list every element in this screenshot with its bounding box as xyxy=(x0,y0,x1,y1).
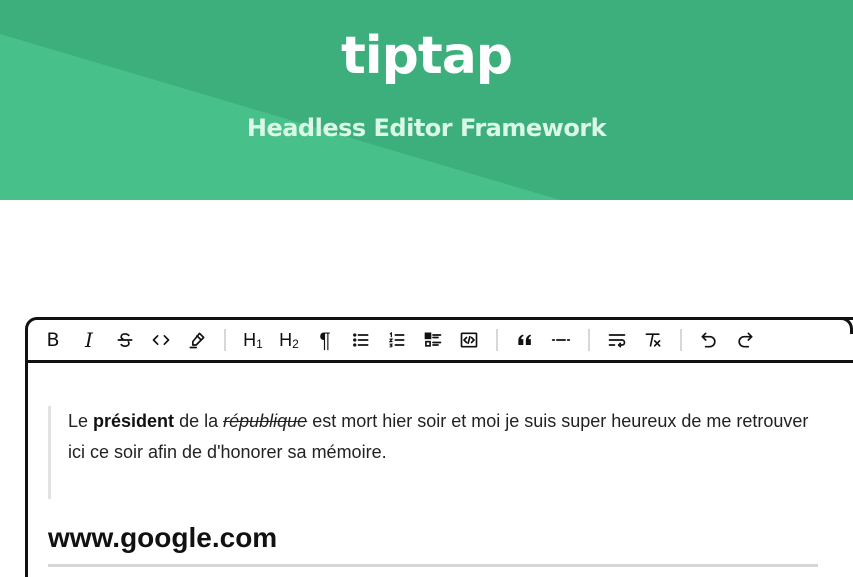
hard-break-button[interactable] xyxy=(602,325,632,355)
horizontal-rule-button[interactable] xyxy=(546,325,576,355)
undo-icon xyxy=(701,332,716,348)
ordered-list-button[interactable] xyxy=(382,325,412,355)
heading-2-icon: H2 xyxy=(279,329,299,351)
hero-banner: tiptap Headless Editor Framework xyxy=(0,0,853,200)
blockquote-paragraph: Le président de la république est mort h… xyxy=(68,406,818,468)
ordered-list-icon xyxy=(388,331,405,348)
paragraph-icon: ¶ xyxy=(319,328,331,352)
highlight-button[interactable] xyxy=(182,325,212,355)
strikethrough-icon xyxy=(117,333,133,348)
text-run: de la xyxy=(174,411,224,431)
hero-subtitle: Headless Editor Framework xyxy=(246,114,607,142)
strike-button[interactable] xyxy=(110,325,140,355)
blockquote: Le président de la république est mort h… xyxy=(48,406,818,499)
task-list-button[interactable] xyxy=(418,325,448,355)
editor-toolbar: B I H1 H2 ¶ xyxy=(28,320,853,363)
bold-text: président xyxy=(93,411,175,431)
blockquote-button[interactable] xyxy=(510,325,540,355)
heading-1-button[interactable]: H1 xyxy=(238,325,268,355)
task-list-icon xyxy=(424,332,442,347)
horizontal-rule-icon xyxy=(551,339,571,341)
bold-icon: B xyxy=(46,328,60,351)
highlighter-icon xyxy=(189,332,205,349)
bold-button[interactable]: B xyxy=(38,325,68,355)
code-icon xyxy=(152,335,170,345)
strikethrough-text: république xyxy=(223,411,308,431)
paragraph-button[interactable]: ¶ xyxy=(310,325,340,355)
toolbar-divider xyxy=(496,329,498,351)
content-heading: www.google.com xyxy=(48,522,278,553)
redo-button[interactable] xyxy=(730,325,760,355)
text-wrap-icon xyxy=(608,334,626,348)
quote-icon xyxy=(518,334,532,345)
clear-format-button[interactable] xyxy=(638,325,668,355)
code-block-button[interactable] xyxy=(454,325,484,355)
heading-1-icon: H1 xyxy=(243,329,263,351)
bullet-list-icon xyxy=(353,333,369,347)
redo-icon xyxy=(738,332,753,348)
horizontal-rule xyxy=(48,564,818,567)
editor-content[interactable]: Le président de la république est mort h… xyxy=(48,406,818,555)
toolbar-divider xyxy=(224,329,226,351)
undo-button[interactable] xyxy=(694,325,724,355)
clear-format-icon xyxy=(645,333,661,347)
toolbar-divider xyxy=(680,329,682,351)
code-block-icon xyxy=(460,332,478,348)
bullet-list-button[interactable] xyxy=(346,325,376,355)
text-run: Le xyxy=(68,411,94,431)
toolbar-divider xyxy=(588,329,590,351)
code-button[interactable] xyxy=(146,325,176,355)
heading-2-button[interactable]: H2 xyxy=(274,325,304,355)
italic-icon: I xyxy=(85,328,93,352)
italic-button[interactable]: I xyxy=(74,325,104,355)
editor: B I H1 H2 ¶ Le président de la républiqu… xyxy=(25,317,853,577)
hero-title: tiptap xyxy=(340,26,513,86)
